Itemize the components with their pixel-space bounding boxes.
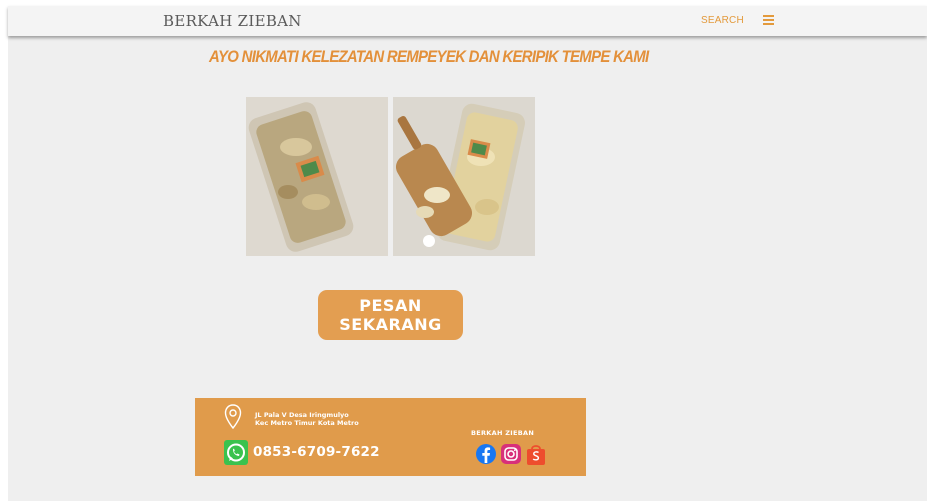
address-line-2: Kec Metro Timur Kota Metro	[255, 419, 359, 427]
footer-brand: BERKAH ZIEBAN	[471, 429, 535, 437]
product-photo-rempeyek	[246, 97, 388, 256]
phone-number[interactable]: 0853-6709-7622	[253, 444, 380, 460]
facebook-icon[interactable]	[475, 442, 497, 466]
top-navigation-bar	[8, 6, 927, 36]
hamburger-menu-icon[interactable]	[763, 15, 774, 25]
shopee-icon[interactable]	[525, 442, 547, 466]
instagram-icon[interactable]	[500, 442, 522, 466]
product-photo-keripik-tempe	[393, 97, 535, 256]
order-button-line2: SEKARANG	[339, 315, 442, 334]
site-brand[interactable]: BERKAH ZIEBAN	[163, 12, 302, 30]
search-link[interactable]: SEARCH	[701, 15, 744, 26]
page-headline: AYO NIKMATI KELEZATAN REMPEYEK DAN KERIP…	[209, 47, 649, 66]
address: JL Pala V Desa Iringmulyo Kec Metro Timu…	[255, 411, 359, 427]
order-now-button[interactable]: PESAN SEKARANG	[318, 290, 463, 340]
footer-contact-banner: JL Pala V Desa Iringmulyo Kec Metro Timu…	[195, 398, 586, 476]
address-line-1: JL Pala V Desa Iringmulyo	[255, 411, 349, 419]
order-button-line1: PESAN	[359, 296, 422, 315]
location-pin-icon	[224, 404, 242, 430]
whatsapp-icon[interactable]	[224, 440, 248, 465]
